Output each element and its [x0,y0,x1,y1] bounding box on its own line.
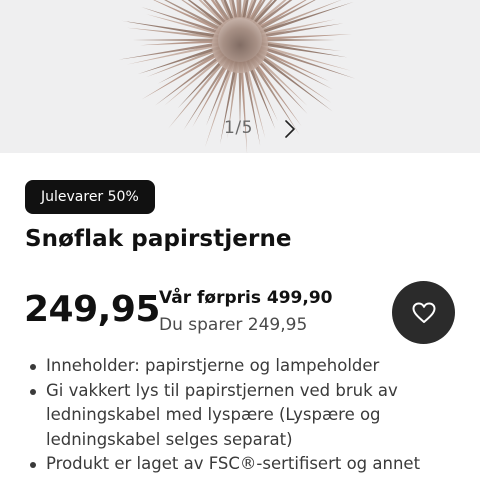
savings-text: Du sparer 249,95 [159,315,308,335]
feature-text: Inneholder: papirstjerne og lampeholder [46,356,380,375]
before-price: Vår førpris 499,90 [159,288,333,308]
feature-item: Produkt er laget av FSC®-sertifisert og … [26,452,480,477]
feature-list: Inneholder: papirstjerne og lampeholder … [26,354,480,477]
pager-current: 1 [224,118,236,138]
heart-icon [412,302,435,323]
bullet-icon [30,388,36,395]
feature-text: Gi vakkert lys til papirstjernen ved bru… [46,380,398,449]
product-price: 249,95 [24,289,160,330]
paper-star-ray [118,42,219,60]
paper-star-ray [238,0,242,19]
chevron-right-icon[interactable] [283,118,297,140]
image-pager: 1/5 [224,118,253,138]
feature-text: Produkt er laget av FSC®-sertifisert og … [46,454,421,473]
pager-total: 5 [241,118,253,138]
paper-star-ray [141,50,223,100]
bullet-icon [30,364,36,370]
feature-item: Inneholder: papirstjerne og lampeholder [26,354,480,379]
paper-star-ray [255,52,333,112]
paper-star-ray [133,38,219,42]
product-image-gallery[interactable]: 1/5 [0,0,480,153]
product-title: Snøflak papirstjerne [25,226,292,252]
bullet-icon [30,462,36,468]
add-to-favorites-button[interactable] [392,281,455,344]
campaign-badge: Julevarer 50% [25,180,155,214]
feature-item: Gi vakkert lys til papirstjernen ved bru… [26,379,480,453]
